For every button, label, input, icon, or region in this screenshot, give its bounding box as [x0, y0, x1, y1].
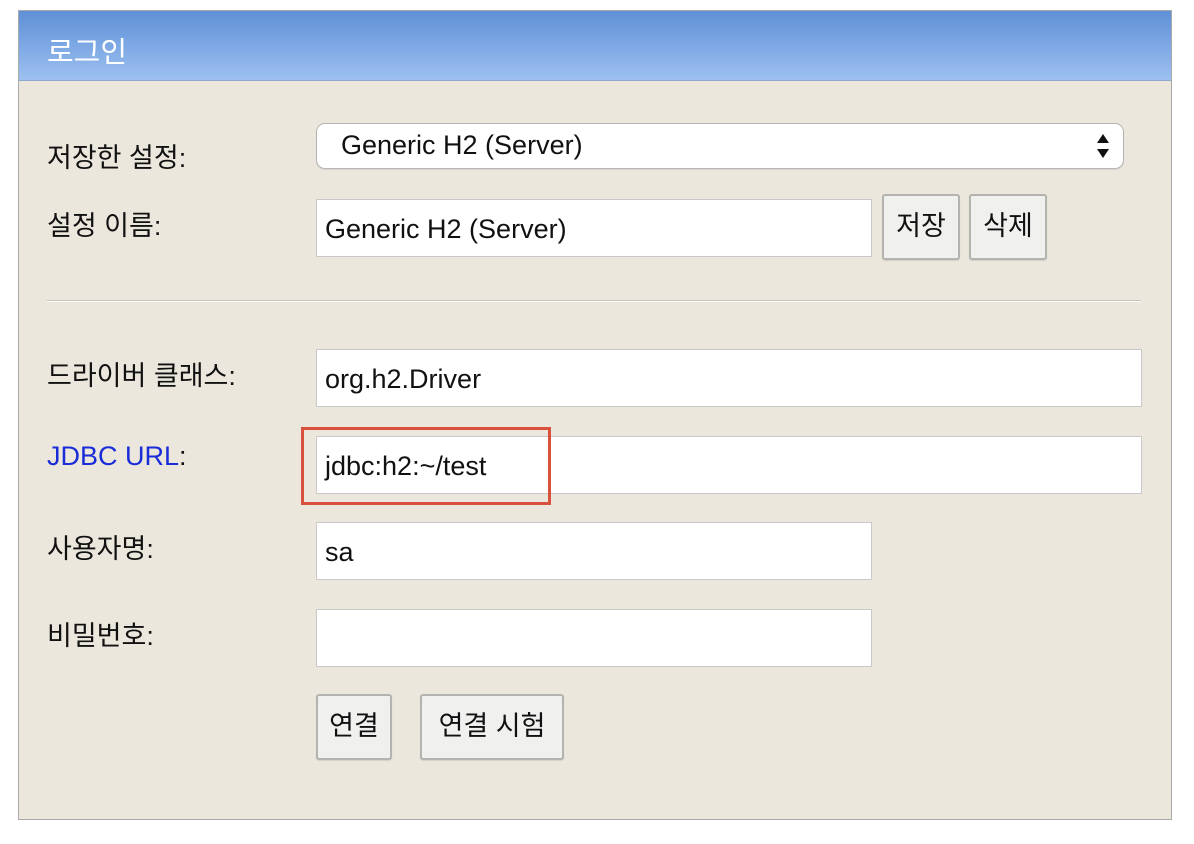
driver-class-input[interactable]: org.h2.Driver: [316, 349, 1142, 407]
delete-button[interactable]: 삭제: [969, 194, 1047, 260]
username-label: 사용자명:: [47, 534, 154, 564]
saved-settings-select[interactable]: Generic H2 (Server): [316, 123, 1124, 169]
driver-class-label: 드라이버 클래스:: [47, 361, 236, 391]
window-title: 로그인: [47, 37, 128, 69]
jdbc-url-help-link[interactable]: JDBC URL: [47, 441, 179, 471]
title-bar: 로그인: [19, 11, 1171, 81]
jdbc-url-colon: :: [179, 441, 187, 471]
save-button[interactable]: 저장: [882, 194, 960, 260]
saved-settings-selected-value: Generic H2 (Server): [341, 130, 583, 160]
connect-button[interactable]: 연결: [316, 694, 392, 760]
username-input[interactable]: sa: [316, 522, 872, 580]
login-panel: 로그인 저장한 설정: Generic H2 (Server) 설정 이름: G…: [18, 10, 1172, 820]
section-divider: [47, 300, 1141, 302]
jdbc-url-label: JDBC URL:: [47, 441, 187, 472]
select-updown-arrows-icon: [1097, 134, 1109, 158]
jdbc-url-highlight-box: [301, 427, 551, 505]
password-label: 비밀번호:: [47, 621, 154, 651]
test-connection-button[interactable]: 연결 시험: [420, 694, 564, 760]
password-input[interactable]: [316, 609, 872, 667]
setting-name-label: 설정 이름:: [47, 211, 162, 241]
setting-name-input[interactable]: Generic H2 (Server): [316, 199, 872, 257]
saved-settings-label: 저장한 설정:: [47, 143, 187, 173]
